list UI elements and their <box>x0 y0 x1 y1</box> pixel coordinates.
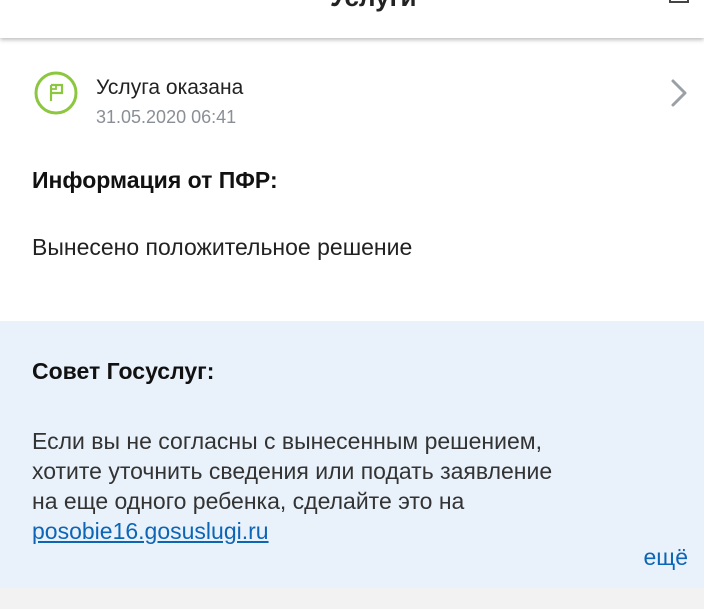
more-link[interactable]: ещё <box>643 544 688 571</box>
share-icon[interactable] <box>668 0 690 4</box>
bottom-divider <box>0 588 704 609</box>
status-date: 31.05.2020 06:41 <box>96 107 237 127</box>
service-status-row[interactable]: Услуга оказана 31.05.2020 06:41 <box>0 38 704 144</box>
advice-line: на еще одного ребенка, сделайте это на <box>32 488 465 514</box>
advice-line: Если вы не согласны с вынесенным решение… <box>32 428 542 454</box>
advice-panel: Совет Госуслуг: Если вы не согласны с вы… <box>0 321 704 588</box>
status-title: Услуга оказана <box>96 76 244 99</box>
advice-line: хотите уточнить сведения или подать заяв… <box>32 458 553 484</box>
flag-icon <box>34 71 78 115</box>
top-bar: Услуги <box>0 0 704 38</box>
info-text: Вынесено положительное решение <box>32 234 413 260</box>
posobie-link[interactable]: posobie16.gosuslugi.ru <box>32 516 672 546</box>
chevron-right-icon <box>671 79 687 107</box>
advice-heading: Совет Госуслуг: <box>32 358 215 384</box>
advice-text: Если вы не согласны с вынесенным решение… <box>32 426 672 546</box>
info-heading: Информация от ПФР: <box>32 167 278 193</box>
page-title: Услуги <box>330 0 416 13</box>
